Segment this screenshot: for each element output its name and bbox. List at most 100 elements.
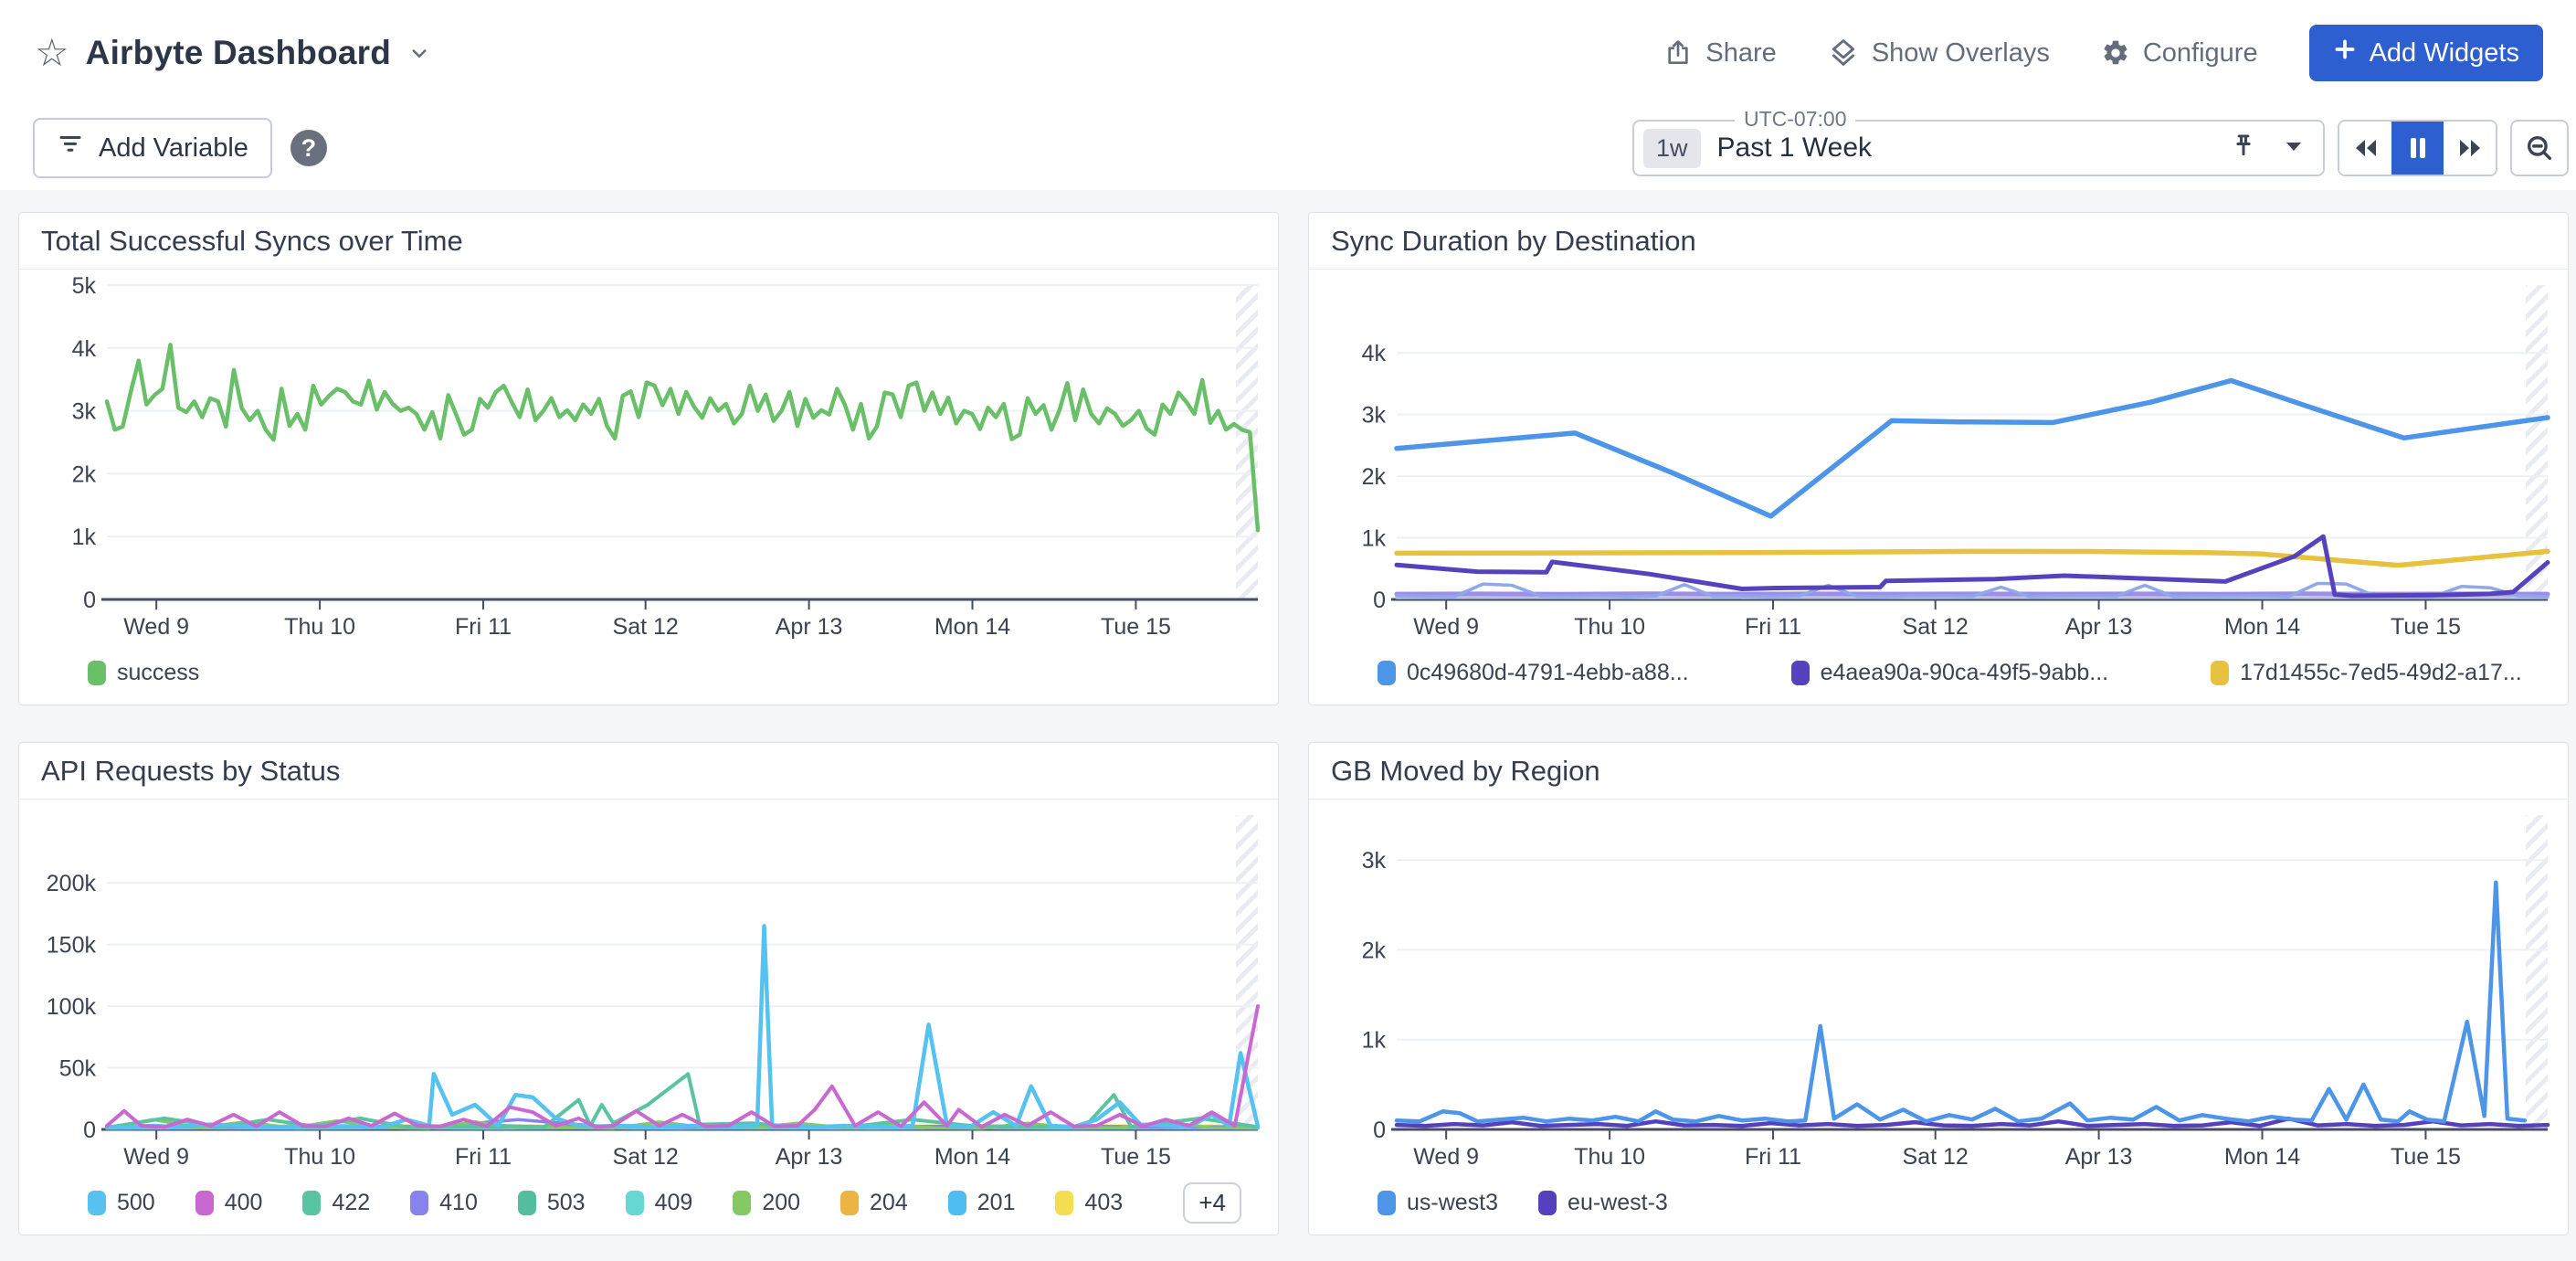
dashboard-title: Airbyte Dashboard (86, 34, 391, 72)
pause-button[interactable] (2391, 122, 2444, 175)
svg-text:0: 0 (1373, 1118, 1386, 1143)
svg-text:3k: 3k (1362, 848, 1387, 874)
chart-legend: 500 400 422 410 503 409 200 204 201 403 +4 (19, 1171, 1278, 1235)
time-range-chip: 1w (1643, 129, 1701, 168)
legend-label: 400 (225, 1190, 263, 1216)
legend-label: us-west3 (1407, 1190, 1498, 1216)
legend-label: 200 (762, 1190, 800, 1216)
svg-text:Wed 9: Wed 9 (1413, 1144, 1479, 1170)
svg-text:Apr 13: Apr 13 (2065, 614, 2133, 640)
svg-text:Sat 12: Sat 12 (1903, 614, 1969, 640)
legend-item[interactable]: 500 (88, 1190, 155, 1216)
svg-text:Thu 10: Thu 10 (1574, 1144, 1645, 1170)
add-widgets-button[interactable]: Add Widgets (2309, 25, 2543, 81)
svg-text:Fri 11: Fri 11 (455, 614, 512, 640)
plus-icon (2333, 37, 2357, 69)
chart-canvas-api-requests[interactable]: 050k100k150k200kWed 9Thu 10Fri 11Sat 12A… (19, 801, 1278, 1171)
legend-item[interactable]: 204 (840, 1190, 908, 1216)
fast-forward-button[interactable] (2444, 122, 2496, 175)
legend-item[interactable]: e4aea90a-90ca-49f5-9abb... (1791, 660, 2109, 686)
legend-swatch (840, 1191, 859, 1215)
legend-item[interactable]: 409 (626, 1190, 693, 1216)
svg-text:Wed 9: Wed 9 (123, 614, 189, 640)
widget-title[interactable]: GB Moved by Region (1309, 743, 2568, 800)
legend-item[interactable]: 422 (302, 1190, 370, 1216)
show-overlays-label: Show Overlays (1872, 38, 2050, 69)
widget-grid: Total Successful Syncs over Time 0 1k 2k 3k… (0, 190, 2576, 1235)
widget-sync-duration: Sync Duration by Destination 01k2k3k4kWe… (1308, 212, 2569, 705)
zoom-out-button[interactable] (2510, 120, 2569, 176)
svg-text:0: 0 (83, 1118, 96, 1143)
svg-text:0: 0 (1373, 588, 1386, 613)
legend-item[interactable]: 200 (733, 1190, 800, 1216)
legend-label: 500 (117, 1190, 155, 1216)
svg-text:1k: 1k (72, 525, 97, 550)
legend-item[interactable]: 201 (948, 1190, 1016, 1216)
favorite-star-icon[interactable]: ☆ (35, 34, 69, 72)
svg-text:Fri 11: Fri 11 (1745, 1144, 1801, 1170)
configure-button[interactable]: Configure (2101, 38, 2258, 69)
show-overlays-button[interactable]: Show Overlays (1828, 37, 2050, 69)
legend-item[interactable]: success (88, 660, 199, 686)
help-icon[interactable]: ? (290, 130, 327, 166)
svg-text:Thu 10: Thu 10 (284, 1144, 355, 1170)
svg-text:Tue 15: Tue 15 (1101, 614, 1171, 640)
legend-item[interactable]: 403 (1055, 1190, 1123, 1216)
chart-canvas-gb-moved[interactable]: 01k2k3kWed 9Thu 10Fri 11Sat 12Apr 13Mon … (1309, 801, 2568, 1171)
add-variable-label: Add Variable (99, 133, 248, 164)
add-variable-button[interactable]: Add Variable (33, 118, 272, 178)
legend-label: 204 (870, 1190, 908, 1216)
svg-text:1k: 1k (1362, 526, 1387, 552)
chart-canvas-total-successful-syncs[interactable]: 01k2k3k4k5kWed 9Thu 10Fri 11Sat 12Apr 13… (19, 271, 1278, 641)
widget-title[interactable]: API Requests by Status (19, 743, 1278, 800)
title-chevron-down-icon[interactable] (406, 39, 433, 67)
svg-text:Tue 15: Tue 15 (1101, 1144, 1171, 1170)
legend-item[interactable]: 0c49680d-4791-4ebb-a88... (1378, 660, 1689, 686)
playback-controls (2338, 120, 2497, 176)
svg-text:Thu 10: Thu 10 (284, 614, 355, 640)
legend-item[interactable]: 503 (518, 1190, 586, 1216)
picker-caret-down-icon[interactable] (2285, 140, 2303, 157)
legend-swatch (302, 1191, 321, 1215)
configure-label: Configure (2143, 38, 2258, 69)
svg-text:Apr 13: Apr 13 (776, 1144, 843, 1170)
legend-more-button[interactable]: +4 (1183, 1182, 1241, 1224)
svg-text:200k: 200k (47, 871, 97, 896)
svg-text:Sat 12: Sat 12 (613, 1144, 679, 1170)
legend-swatch (88, 1191, 106, 1215)
svg-text:Apr 13: Apr 13 (776, 614, 843, 640)
legend-label: e4aea90a-90ca-49f5-9abb... (1821, 660, 2109, 686)
share-button[interactable]: Share (1663, 38, 1776, 69)
layers-icon (1828, 37, 1859, 69)
legend-label: 422 (332, 1190, 370, 1216)
legend-item[interactable]: us-west3 (1378, 1190, 1498, 1216)
chart-canvas-sync-duration[interactable]: 01k2k3k4kWed 9Thu 10Fri 11Sat 12Apr 13Mo… (1309, 271, 2568, 641)
legend-item[interactable]: 410 (410, 1190, 478, 1216)
svg-text:150k: 150k (47, 933, 97, 959)
legend-swatch (948, 1191, 966, 1215)
svg-text:Mon 14: Mon 14 (2224, 614, 2300, 640)
svg-text:2k: 2k (1362, 938, 1387, 963)
svg-text:Wed 9: Wed 9 (1413, 614, 1479, 640)
legend-label: eu-west-3 (1568, 1190, 1668, 1216)
legend-item[interactable]: eu-west-3 (1538, 1190, 1668, 1216)
legend-swatch (1378, 1191, 1396, 1215)
svg-text:Sat 12: Sat 12 (1903, 1144, 1969, 1170)
legend-swatch (626, 1191, 644, 1215)
share-label: Share (1705, 38, 1776, 69)
legend-item[interactable]: 400 (195, 1190, 263, 1216)
pin-icon[interactable] (2230, 132, 2257, 165)
time-range-picker[interactable]: UTC-07:00 1w Past 1 Week (1632, 120, 2325, 176)
widget-title[interactable]: Sync Duration by Destination (1309, 213, 2568, 270)
svg-text:Apr 13: Apr 13 (2065, 1144, 2133, 1170)
svg-text:4k: 4k (1362, 341, 1387, 366)
legend-item[interactable]: 17d1455c-7ed5-49d2-a17... (2211, 660, 2522, 686)
widget-title[interactable]: Total Successful Syncs over Time (19, 213, 1278, 270)
svg-text:Wed 9: Wed 9 (123, 1144, 189, 1170)
chart-legend: us-west3 eu-west-3 (1309, 1171, 2568, 1235)
svg-text:3k: 3k (72, 399, 97, 425)
legend-swatch (733, 1191, 751, 1215)
legend-label: 409 (655, 1190, 693, 1216)
svg-text:100k: 100k (47, 994, 97, 1020)
rewind-button[interactable] (2339, 122, 2391, 175)
